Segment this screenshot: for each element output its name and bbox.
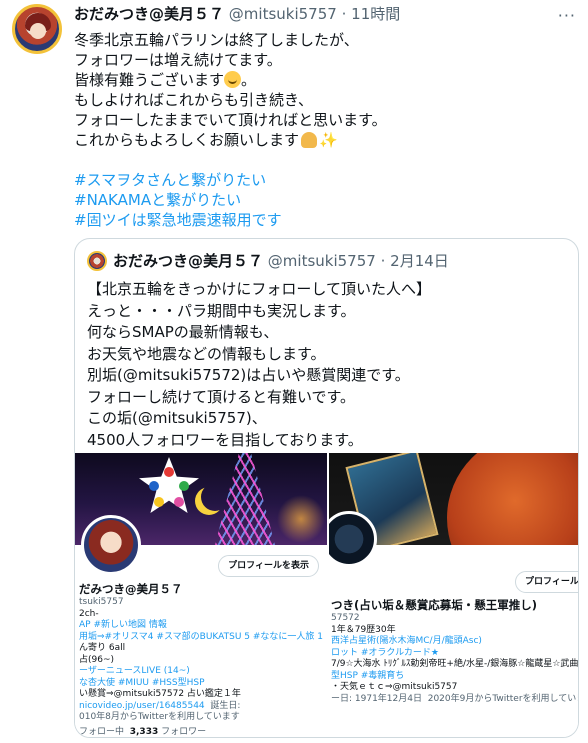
profile-bio-line: な杏大使 #MIUU #HSS型HSP — [79, 677, 205, 688]
profile-meta: ー日: 1971年12月4日 2020年9月からTwitterを利用しています — [331, 693, 579, 706]
star-dot-pink — [174, 497, 184, 507]
hashtag-link[interactable]: #固ツイは緊急地震速報用です — [74, 210, 574, 230]
profile-bio-line: ん寄り 6all — [79, 643, 126, 653]
profile-bio-line: 1年＆79歴30年 — [331, 624, 396, 635]
more-icon[interactable]: ··· — [558, 6, 576, 25]
tweet-line-text: これからもよろしくお願いします — [74, 131, 300, 149]
profile-bio-line: ・天気ｅｔｃ⇒@mitsuki5757 — [331, 682, 458, 692]
quoted-header: おだみつき@美月５７ @mitsuki5757 · 2月14日 — [113, 251, 449, 271]
profile-meta: nicovideo.jp/user/16485544 誕生日: — [79, 701, 323, 713]
profile-bio-line: 占(96~) — [79, 654, 115, 665]
author-handle[interactable]: @mitsuki5757 — [229, 5, 337, 23]
tweet-line: フォロワーは増え続けてます。 — [74, 51, 282, 69]
tweet-header: おだみつき@美月５７ @mitsuki5757 · 11時間 — [74, 4, 400, 24]
star-dot-yellow — [154, 497, 164, 507]
profile-card-text: だみつき@美月５７ tsuki5757 2ch- AP #新しい地図 情報 用垢… — [79, 581, 324, 738]
tweet-line: 皆様有難うございます。 — [74, 70, 574, 90]
profile-name: だみつき@美月５７ — [79, 582, 183, 596]
profile-bio-line: い懸賞⇒@mitsuki57572 占い鑑定１年 — [79, 689, 241, 699]
separator-dot: · — [341, 5, 347, 23]
star-logo-icon — [139, 457, 199, 513]
quoted-author-name: おだみつき@美月５７ — [113, 252, 264, 270]
profile-bio-line: AP #新しい地図 情報 — [79, 620, 167, 630]
avatar[interactable] — [12, 4, 62, 54]
quoted-media[interactable]: プロフィールを表示 だみつき@美月５７ tsuki5757 2ch- AP #新… — [75, 453, 579, 738]
quoted-avatar — [87, 251, 107, 271]
media-image-right[interactable]: プロフィール つき(占い垢＆懸賞応募垢・懸王軍推し) 57572 1年＆79歴3… — [329, 453, 579, 737]
quoted-line: 何ならSMAPの最新情報も、 — [87, 323, 279, 341]
tweet-line: 冬季北京五輪パラリンは終了しましたが、 — [74, 31, 359, 49]
followers-label: フォロワー — [161, 726, 207, 737]
profile-joined: 010年8月からTwitterを利用しています — [79, 712, 240, 722]
hashtag-link[interactable]: #NAKAMAと繋がりたい — [74, 190, 574, 210]
profile-link: nicovideo.jp/user/16485544 — [79, 700, 205, 711]
quoted-line: 別垢(@mitsuki57572)は占いや懸賞関連です。 — [87, 366, 410, 384]
profile-handle: 57572 — [331, 613, 360, 623]
quoted-timestamp: 2月14日 — [390, 252, 449, 270]
profile-avatar — [329, 511, 377, 567]
profile-bio-line: ーザーニュースLIVE (14~) — [79, 666, 190, 676]
tweet[interactable]: おだみつき@美月５７ @mitsuki5757 · 11時間 ··· 冬季北京五… — [0, 0, 588, 743]
avatar-face — [30, 23, 46, 39]
profile-bio-line: 型HSP #毒親育ち — [331, 670, 405, 681]
quoted-author-handle: @mitsuki5757 — [267, 252, 376, 270]
profile-birthday: 誕生日: — [210, 700, 241, 711]
tweet-line: もしよければこれからも引き続き、 — [74, 91, 313, 109]
profile-bio-line: ロット #オラクルカード★ — [331, 647, 439, 658]
tweet-line: フォローしたままでいて頂ければと思います。 — [74, 111, 387, 129]
tweet-text: 冬季北京五輪パラリンは終了しましたが、 フォロワーは増え続けてます。 皆様有難う… — [74, 30, 574, 230]
profile-avatar — [81, 515, 141, 575]
tower-glow — [275, 493, 327, 545]
follower-count: 3,333 — [129, 726, 159, 737]
sparkles-icon: ✨ — [319, 131, 338, 149]
profile-handle: tsuki5757 — [79, 597, 124, 607]
tweet-line-suffix: 。 — [241, 71, 257, 89]
quoted-line: フォローし続けて頂けると有難いです。 — [87, 387, 356, 406]
profile-bio-line: 7/9☆大海水 ﾄﾘｸﾞﾙｽ勅剣帝旺+絶/水星-/銀海豚☆龍蔵星☆武曲星☆ — [331, 659, 579, 669]
profile-joined: 2020年9月からTwitterを利用しています — [427, 693, 579, 704]
crescent-moon-icon — [201, 483, 229, 511]
quoted-line: 4500人フォロワーを目指しております。 — [87, 430, 363, 449]
star-dot-red — [164, 467, 174, 477]
star-dot-green — [179, 481, 189, 491]
media-image-left[interactable]: プロフィールを表示 だみつき@美月５７ tsuki5757 2ch- AP #新… — [75, 453, 327, 738]
red-moon-illustration — [447, 453, 578, 545]
separator-dot: · — [380, 252, 386, 270]
quoted-line: 【北京五輪をきっかけにフォローして頂いた人へ】 — [87, 280, 431, 298]
profile-bio-line: 2ch- — [79, 608, 99, 619]
profile-bio-line: 西洋占星術(陽水木海MC/月/龍頭Asc) — [331, 636, 482, 646]
profile-name: つき(占い垢＆懸賞応募垢・懸王軍推し) — [331, 598, 538, 612]
bowing-person-emoji-icon — [301, 132, 318, 148]
profile-card-text: つき(占い垢＆懸賞応募垢・懸王軍推し) 57572 1年＆79歴30年 西洋占星… — [331, 597, 579, 706]
quoted-tweet[interactable]: おだみつき@美月５７ @mitsuki5757 · 2月14日 【北京五輪をきっ… — [74, 238, 579, 738]
quoted-line: お天気や地震などの情報もします。 — [87, 344, 326, 363]
profile-stats: フォロー中 3,333 フォロワー — [79, 726, 323, 738]
tweet-line-text: 皆様有難うございます — [74, 71, 225, 89]
profile-bio-line: 用垢⇒#オリスマ4 #スマ部のBUKATSU 5 #ななに一人旅 1 — [79, 631, 324, 642]
star-dot-blue — [149, 481, 159, 491]
hashtag-link[interactable]: #スマヲタさんと繋がりたい — [74, 170, 574, 190]
author-name[interactable]: おだみつき@美月５７ — [74, 5, 224, 23]
smile-emoji-icon — [224, 71, 242, 88]
view-profile-button[interactable]: プロフィールを表示 — [218, 555, 319, 577]
view-profile-button[interactable]: プロフィール — [515, 571, 578, 593]
following-label: フォロー中 — [79, 726, 125, 737]
quoted-text: 【北京五輪をきっかけにフォローして頂いた人へ】 えっと・・・パラ期間中も実況しま… — [87, 279, 567, 451]
profile-birthday: ー日: 1971年12月4日 — [331, 693, 422, 704]
timestamp[interactable]: 11時間 — [351, 5, 400, 23]
quoted-line: えっと・・・パラ期間中も実況します。 — [87, 301, 356, 320]
tweet-line: これからもよろしくお願いします ✨ — [74, 130, 574, 150]
quoted-line: この垢(@mitsuki5757)、 — [87, 409, 267, 427]
